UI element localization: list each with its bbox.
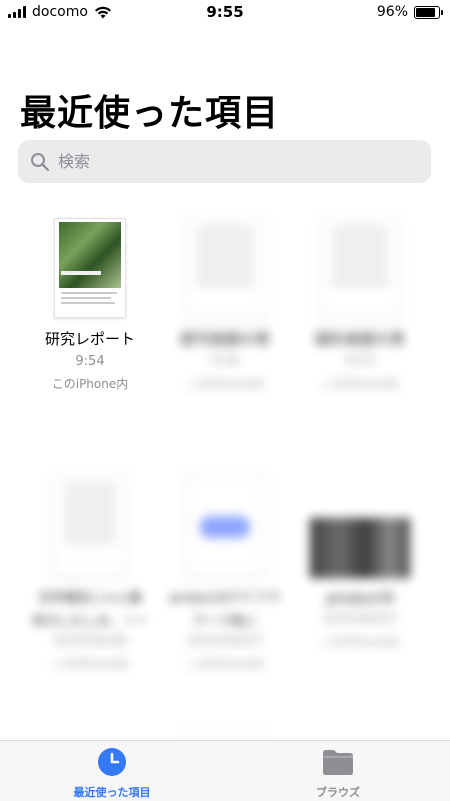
- file-location: このiPhone内: [51, 377, 129, 391]
- file-thumbnail: [185, 475, 265, 577]
- battery-icon: [414, 5, 443, 19]
- file-item-5[interactable]: productの7ドフラ ワード転い 2020/06/07 このiPhone内: [155, 475, 295, 672]
- search-bar[interactable]: [18, 140, 431, 183]
- status-bar: docomo 9:55 96%: [0, 0, 450, 24]
- file-thumbnail: [320, 218, 400, 318]
- file-location: このiPhone内: [186, 657, 264, 671]
- page-title: 最近使った項目: [20, 93, 280, 134]
- file-item-4[interactable]: 文件報告じゃん基 本のしたしみ、ーー 2020/06/08 このiPhone内: [20, 475, 160, 672]
- tab-browse-label: ブラウズ: [316, 786, 360, 799]
- file-time: 2020/06/08: [52, 634, 128, 649]
- file-name-line2: ワード転い: [192, 614, 258, 629]
- status-right: 96%: [376, 4, 443, 20]
- search-input[interactable]: [56, 151, 360, 172]
- file-item-2[interactable]: 提可画面の頁 9:56 このiPhone内: [155, 218, 295, 392]
- file-name: product9: [326, 589, 394, 607]
- file-name: 文件報告じゃん基: [37, 591, 142, 606]
- file-name: 研究レポート: [44, 330, 135, 348]
- file-time: 9:54: [75, 354, 105, 369]
- file-time: 9:53: [345, 354, 375, 369]
- file-time: 2020/06/07: [322, 612, 398, 627]
- folder-icon: [323, 750, 353, 775]
- tab-bar: 最近使った項目 ブラウズ: [0, 740, 450, 801]
- file-thumbnail: [185, 218, 265, 318]
- file-item-research-report[interactable]: 研究レポート 9:54 このiPhone内: [20, 218, 160, 392]
- file-location: このiPhone内: [321, 635, 399, 649]
- file-location: このiPhone内: [186, 377, 264, 391]
- tab-recents[interactable]: 最近使った項目: [42, 747, 182, 800]
- file-time: 2020/06/07: [187, 634, 263, 649]
- tab-browse[interactable]: ブラウズ: [268, 747, 408, 800]
- file-location: このiPhone内: [51, 657, 129, 671]
- file-name: productの7ドフラ: [169, 591, 281, 606]
- file-name: 提可画面の頁: [179, 330, 270, 348]
- file-location: このiPhone内: [321, 377, 399, 391]
- file-name-line2: 本のしたしみ、ーー: [31, 614, 149, 629]
- tab-recents-label: 最近使った項目: [73, 786, 151, 799]
- file-thumbnail: [54, 218, 126, 318]
- search-icon: [31, 152, 50, 171]
- file-time: 9:56: [210, 354, 240, 369]
- file-item-3[interactable]: 図形画面の頁 9:53 このiPhone内: [290, 218, 430, 392]
- clock-icon: [98, 748, 126, 776]
- file-thumbnail: [53, 475, 127, 577]
- file-item-6[interactable]: product9 2020/06/07 このiPhone内: [290, 475, 430, 650]
- battery-percent: 96%: [376, 4, 408, 20]
- file-thumbnail: [309, 517, 411, 579]
- file-name: 図形画面の頁: [314, 330, 405, 348]
